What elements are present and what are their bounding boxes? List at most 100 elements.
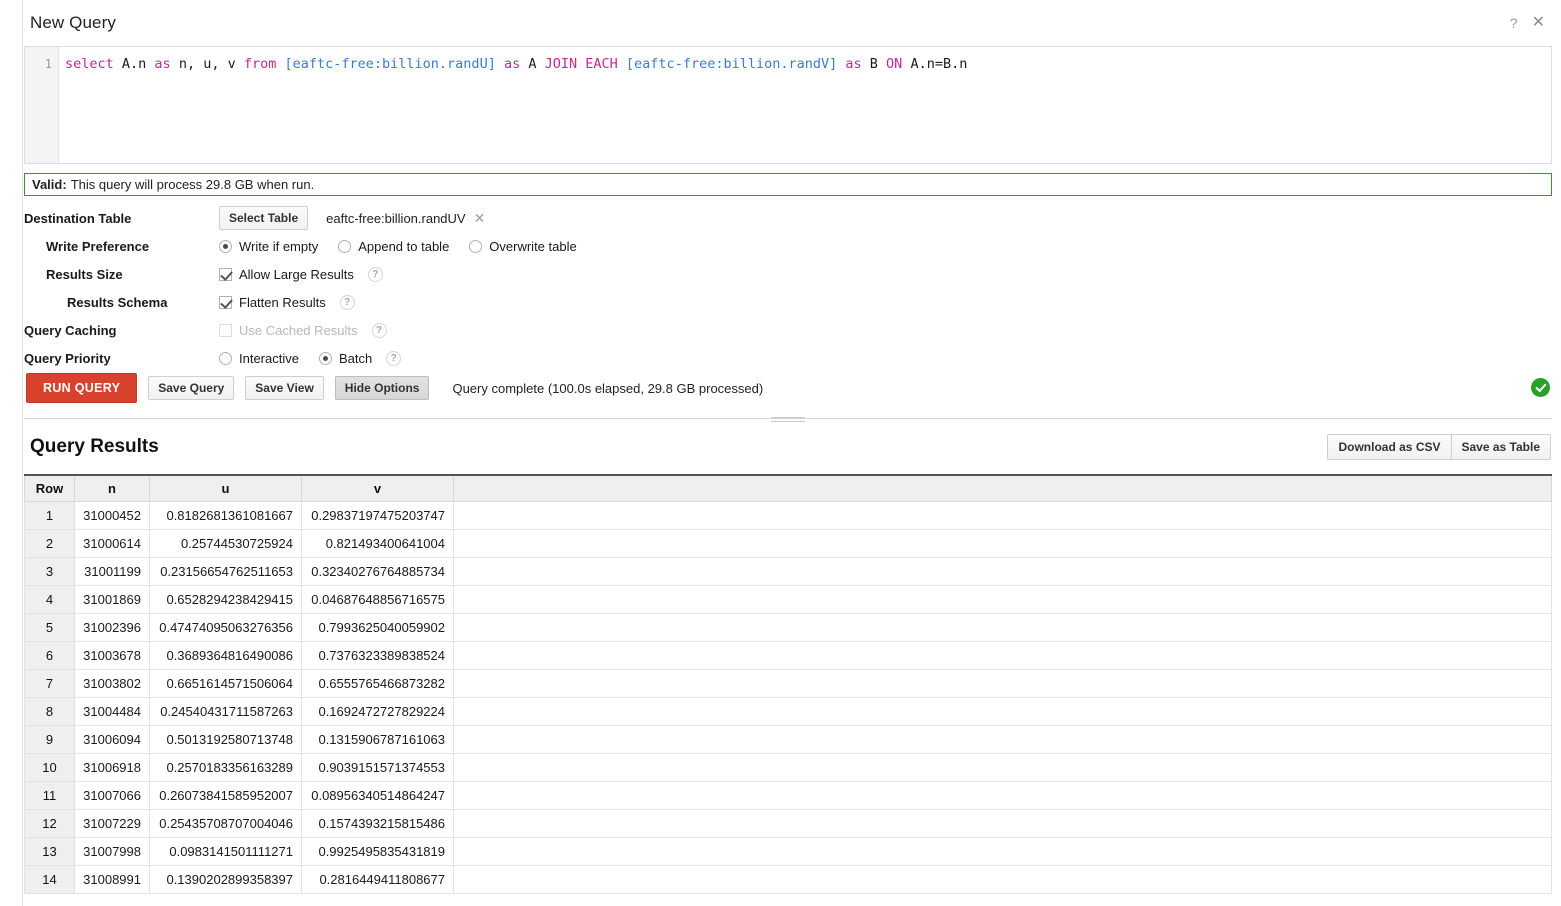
cell-v: 0.1692472727829224 (301, 696, 454, 726)
column-header-n[interactable]: n (74, 474, 150, 502)
save-view-button[interactable]: Save View (245, 376, 324, 400)
checkbox-label: Flatten Results (239, 294, 326, 310)
checkbox-allow-large-results[interactable]: Allow Large Results (219, 267, 354, 282)
row-number-cell: 13 (24, 836, 75, 866)
row-number-cell: 2 (24, 528, 75, 558)
row-number-cell: 6 (24, 640, 75, 670)
radio-label: Overwrite table (489, 238, 577, 254)
sql-code[interactable]: select A.n as n, u, v from [eaftc-free:b… (59, 47, 1551, 163)
table-header-row: Row n u v (24, 474, 1552, 502)
table-row: 12 31007229 0.25435708707004046 0.157439321… (24, 808, 1552, 838)
checkbox-label: Allow Large Results (239, 266, 354, 282)
cell-n: 31007998 (74, 836, 150, 866)
sql-token-table: [eaftc-free:billion.randU] (284, 56, 496, 72)
cell-n: 31007229 (74, 808, 150, 838)
radio-batch[interactable]: Batch (318, 351, 372, 366)
filler-cell (453, 640, 1552, 670)
cell-n: 31001869 (74, 584, 150, 614)
column-header-row[interactable]: Row (24, 474, 75, 502)
cell-u: 0.6651614571506064 (149, 668, 302, 698)
cell-n: 31003802 (74, 668, 150, 698)
cell-v: 0.9925495835431819 (301, 836, 454, 866)
run-query-button[interactable]: RUN QUERY (26, 373, 138, 403)
help-icon-query-caching[interactable]: ? (371, 322, 387, 338)
table-row: 7 31003802 0.6651614571506064 0.65557654668… (24, 668, 1552, 698)
radio-append-to-table[interactable]: Append to table (338, 239, 449, 254)
cell-v: 0.1315906787161063 (301, 724, 454, 754)
cell-u: 0.3689364816490086 (149, 640, 302, 670)
table-row: 10 31006918 0.2570183356163289 0.9039151571… (24, 752, 1552, 782)
table-row: 13 31007998 0.0983141501111271 0.9925495835… (24, 836, 1552, 866)
radio-interactive[interactable]: Interactive (219, 351, 299, 366)
table-row: 14 31008991 0.1390202899358397 0.2816449411… (24, 864, 1552, 894)
column-header-v[interactable]: v (301, 474, 454, 502)
row-number-cell: 10 (24, 752, 75, 782)
results-title: Query Results (30, 436, 159, 457)
cell-u: 0.6528294238429415 (149, 584, 302, 614)
row-write-preference: Write Preference Write if empty Append t… (24, 232, 1024, 260)
radio-overwrite-table[interactable]: Overwrite table (469, 238, 577, 254)
cell-v: 0.7993625040059902 (301, 612, 454, 642)
checkbox-flatten-results[interactable]: Flatten Results (219, 295, 326, 310)
cell-n: 31007066 (74, 780, 150, 810)
results-table-body: 1 31000452 0.8182681361081667 0.29837197475… (24, 500, 1552, 894)
row-destination-table: Destination Table Select Table eaftc-fre… (24, 204, 1024, 232)
column-header-u[interactable]: u (149, 474, 302, 502)
radio-icon-selected (219, 239, 232, 253)
row-query-caching: Query Caching Use Cached Results ? (24, 316, 1024, 344)
help-icon-query-priority[interactable]: ? (386, 350, 402, 366)
help-icon-results-size[interactable]: ? (367, 266, 383, 282)
select-table-button[interactable]: Select Table (219, 206, 309, 230)
filler-cell (453, 528, 1552, 558)
row-number-cell: 8 (24, 696, 75, 726)
cell-v: 0.7376323389838524 (301, 640, 454, 670)
cell-u: 0.25435708707004046 (149, 808, 302, 838)
close-icon[interactable]: ✕ (1532, 15, 1545, 31)
table-row: 9 31006094 0.5013192580713748 0.13159067871… (24, 724, 1552, 754)
row-number-cell: 4 (24, 584, 75, 614)
question-mark-icon[interactable]: ? (1510, 16, 1518, 30)
query-status-text: Query complete (100.0s elapsed, 29.8 GB … (452, 380, 764, 396)
query-editor[interactable]: 1 select A.n as n, u, v from [eaftc-free… (24, 46, 1552, 164)
cell-n: 31004484 (74, 696, 150, 726)
label-query-caching: Query Caching (24, 322, 117, 338)
filler-cell (453, 836, 1552, 866)
table-row: 6 31003678 0.3689364816490086 0.73763233898… (24, 640, 1552, 670)
row-number-cell: 5 (24, 612, 75, 642)
cell-v: 0.32340276764885734 (301, 556, 454, 586)
save-as-table-button[interactable]: Save as Table (1451, 434, 1551, 460)
radio-label: Write if empty (239, 238, 319, 254)
sql-token-keyword: select (65, 56, 114, 72)
destination-table-value: eaftc-free:billion.randUV (326, 210, 466, 226)
download-csv-button[interactable]: Download as CSV (1327, 434, 1452, 460)
cell-n: 31006918 (74, 752, 150, 782)
filler-cell (453, 696, 1552, 726)
clear-destination-icon[interactable]: ✕ (474, 210, 486, 227)
panel-splitter[interactable] (24, 417, 1552, 422)
cell-n: 31003678 (74, 640, 150, 670)
titlebar-actions: ? ✕ (1510, 15, 1545, 31)
cell-u: 0.47474095063276356 (149, 612, 302, 642)
sql-token-keyword: as (845, 56, 862, 72)
action-bar: RUN QUERY Save Query Save View Hide Opti… (26, 373, 763, 403)
hide-options-button[interactable]: Hide Options (334, 376, 430, 400)
results-table: Row n u v 1 31000452 0.8182681361081667 0.2… (24, 474, 1552, 894)
cell-u: 0.24540431711587263 (149, 696, 302, 726)
row-results-size: Results Size Allow Large Results ? (24, 260, 1024, 288)
sql-token-plain (618, 56, 626, 72)
help-icon-results-schema[interactable]: ? (339, 294, 355, 310)
sql-token-plain: n, u, v (170, 56, 244, 72)
table-row: 3 31001199 0.23156654762511653 0.3234027676… (24, 556, 1552, 586)
radio-write-if-empty[interactable]: Write if empty (219, 239, 318, 254)
cell-v: 0.2816449411808677 (301, 864, 454, 894)
cell-v: 0.1574393215815486 (301, 808, 454, 838)
save-query-button[interactable]: Save Query (148, 376, 235, 400)
splitter-grip[interactable] (771, 414, 805, 425)
radio-icon (338, 239, 352, 253)
table-row: 2 31000614 0.25744530725924 0.8214934006410… (24, 528, 1552, 558)
checkbox-icon-checked (219, 267, 232, 281)
checkbox-icon-disabled (219, 323, 232, 337)
filler-cell (453, 612, 1552, 642)
checkbox-use-cached-results: Use Cached Results (219, 323, 358, 338)
row-number-cell: 7 (24, 668, 75, 698)
